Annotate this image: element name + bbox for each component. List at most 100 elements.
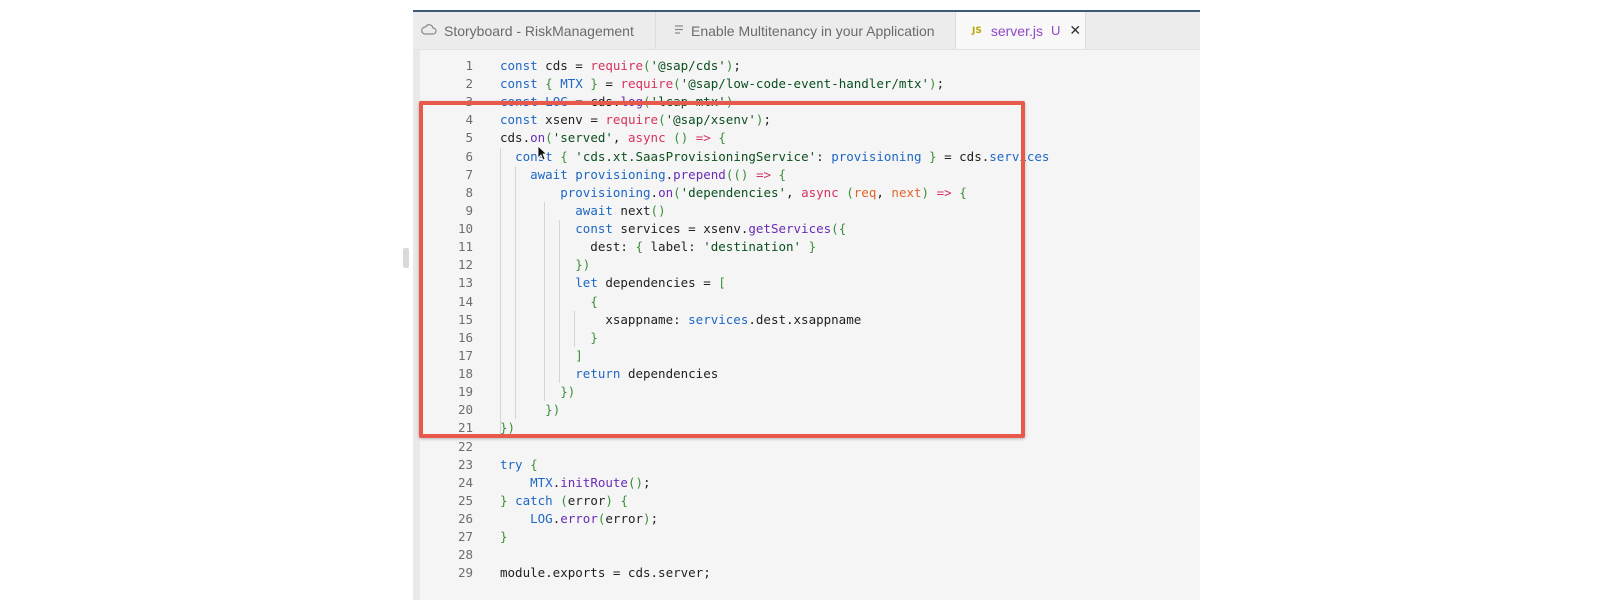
line-number: 1	[465, 58, 473, 73]
line-number: 18	[457, 366, 473, 382]
line-number: 11	[457, 239, 473, 255]
tab-storyboard[interactable]: Storyboard - RiskManagement	[413, 12, 656, 49]
resize-handle[interactable]	[403, 248, 409, 268]
js-file-icon: JS	[972, 25, 982, 36]
indent-guide	[500, 147, 501, 438]
line-number: 6	[465, 148, 473, 164]
code-text: let dependencies = [	[575, 275, 726, 291]
code-line: 11 dest: { label: 'destination' }	[420, 238, 1200, 257]
unsaved-status-badge: U	[1050, 23, 1061, 38]
indent-guide	[574, 310, 575, 347]
code-editor[interactable]: 1 const cds = require('@sap/cds'); 2 const …	[420, 50, 1200, 600]
line-number: 22	[457, 438, 473, 454]
indent-guide	[544, 201, 545, 402]
code-line: 28	[420, 546, 1200, 565]
line-number: 10	[457, 221, 473, 237]
tab-enable-multitenancy[interactable]: Enable Multitenancy in your Application	[656, 12, 956, 49]
line-number: 27	[457, 529, 473, 545]
code-line: 21})	[420, 419, 1200, 438]
tab-label: Storyboard - RiskManagement	[444, 22, 634, 39]
code-line: 20 })	[420, 401, 1200, 420]
code-text: ]	[575, 347, 583, 363]
code-line: 29 module.exports = cds.server;	[420, 564, 1200, 583]
code-line: 19 })	[420, 383, 1200, 402]
line-number: 24	[457, 474, 473, 490]
code-text: const xsenv = require('@sap/xsenv');	[500, 112, 771, 128]
document-icon	[674, 24, 684, 38]
line-number: 26	[457, 511, 473, 526]
code-text: })	[560, 384, 576, 400]
indent-guide	[515, 165, 516, 420]
line-number: 3	[465, 94, 473, 110]
line-number: 16	[457, 329, 473, 345]
code-text: xsappname: services.dest.xsappname	[500, 311, 862, 327]
mouse-cursor-icon	[537, 145, 547, 161]
code-text: const services = xsenv.getServices({	[575, 221, 847, 237]
line-number: 12	[457, 257, 473, 273]
tab-bar: Storyboard - RiskManagement Enable Multi…	[413, 12, 1200, 50]
cloud-icon	[421, 23, 437, 38]
code-line: 15 xsappname: services.dest.xsappname	[420, 311, 1200, 330]
line-number: 19	[457, 384, 473, 400]
code-text: dest: { label: 'destination' }	[500, 239, 817, 255]
line-number: 25	[457, 492, 473, 508]
tab-label: server.js	[990, 22, 1043, 39]
code-text: const { 'cds.xt.SaasProvisioningService'…	[515, 148, 1050, 164]
code-line: 14 {	[420, 293, 1200, 312]
code-text: MTX.initRoute();	[530, 474, 651, 490]
code-line: 10 const services = xsenv.getServices({	[420, 220, 1200, 239]
indent-guide	[559, 220, 560, 384]
code-text: module.exports = cds.server;	[500, 565, 711, 581]
code-text: return dependencies	[575, 366, 719, 382]
code-line: 26 LOG.error(error);	[420, 510, 1200, 529]
code-text: const { MTX } = require('@sap/low-code-e…	[500, 76, 945, 92]
code-line: 23 try {	[420, 456, 1200, 475]
code-text: const cds = require('@sap/cds');	[500, 58, 741, 73]
code-text: })	[575, 257, 591, 273]
code-text: await next()	[575, 202, 666, 218]
code-text: provisioning.on('dependencies', async (r…	[560, 184, 967, 200]
code-line: 16 }	[420, 329, 1200, 348]
editor-window: Storyboard - RiskManagement Enable Multi…	[413, 10, 1200, 600]
code-line: 8 provisioning.on('dependencies', async …	[420, 184, 1200, 203]
code-text: LOG.error(error);	[530, 511, 659, 526]
close-icon[interactable]: ✕	[1069, 22, 1081, 39]
line-number: 7	[465, 166, 473, 182]
code-text: cds.on('served', async () => {	[500, 130, 726, 146]
line-number: 21	[457, 420, 473, 436]
editor-left-border	[413, 50, 420, 600]
line-number: 23	[457, 456, 473, 472]
code-line: 17 ]	[420, 347, 1200, 366]
line-number: 5	[465, 130, 473, 146]
code-line: 24 MTX.initRoute();	[420, 474, 1200, 493]
code-line: 7 await provisioning.prepend(() => {	[420, 166, 1200, 185]
line-number: 2	[465, 76, 473, 92]
code-text: const LOG = cds.log('lcap-mtx')	[500, 94, 734, 110]
line-number: 20	[457, 402, 473, 418]
line-number: 15	[457, 311, 473, 327]
code-text: })	[545, 402, 561, 418]
code-line: 13 let dependencies = [	[420, 274, 1200, 293]
line-number: 17	[457, 347, 473, 363]
tab-label: Enable Multitenancy in your Application	[691, 22, 935, 39]
line-number: 29	[457, 565, 473, 581]
code-line: 4 const xsenv = require('@sap/xsenv');	[420, 111, 1200, 130]
code-line: 22	[420, 438, 1200, 457]
code-line: 12 })	[420, 256, 1200, 275]
code-text: })	[500, 420, 516, 436]
line-number: 9	[465, 202, 473, 218]
line-number: 28	[457, 547, 473, 563]
code-line: 25} catch (error) {	[420, 492, 1200, 511]
code-line: 18 return dependencies	[420, 365, 1200, 384]
line-number: 4	[465, 112, 473, 128]
line-number: 8	[465, 184, 473, 200]
code-text: await provisioning.prepend(() => {	[530, 166, 787, 182]
code-text: try {	[500, 456, 538, 472]
code-line: 1 const cds = require('@sap/cds');	[420, 57, 1200, 76]
tab-server-js[interactable]: JS server.js U ✕	[956, 12, 1086, 49]
code-line: 27}	[420, 528, 1200, 547]
code-line: 3 const LOG = cds.log('lcap-mtx')	[420, 93, 1200, 112]
line-number: 14	[457, 293, 473, 309]
line-number: 13	[457, 275, 473, 291]
code-text: }	[500, 529, 508, 545]
